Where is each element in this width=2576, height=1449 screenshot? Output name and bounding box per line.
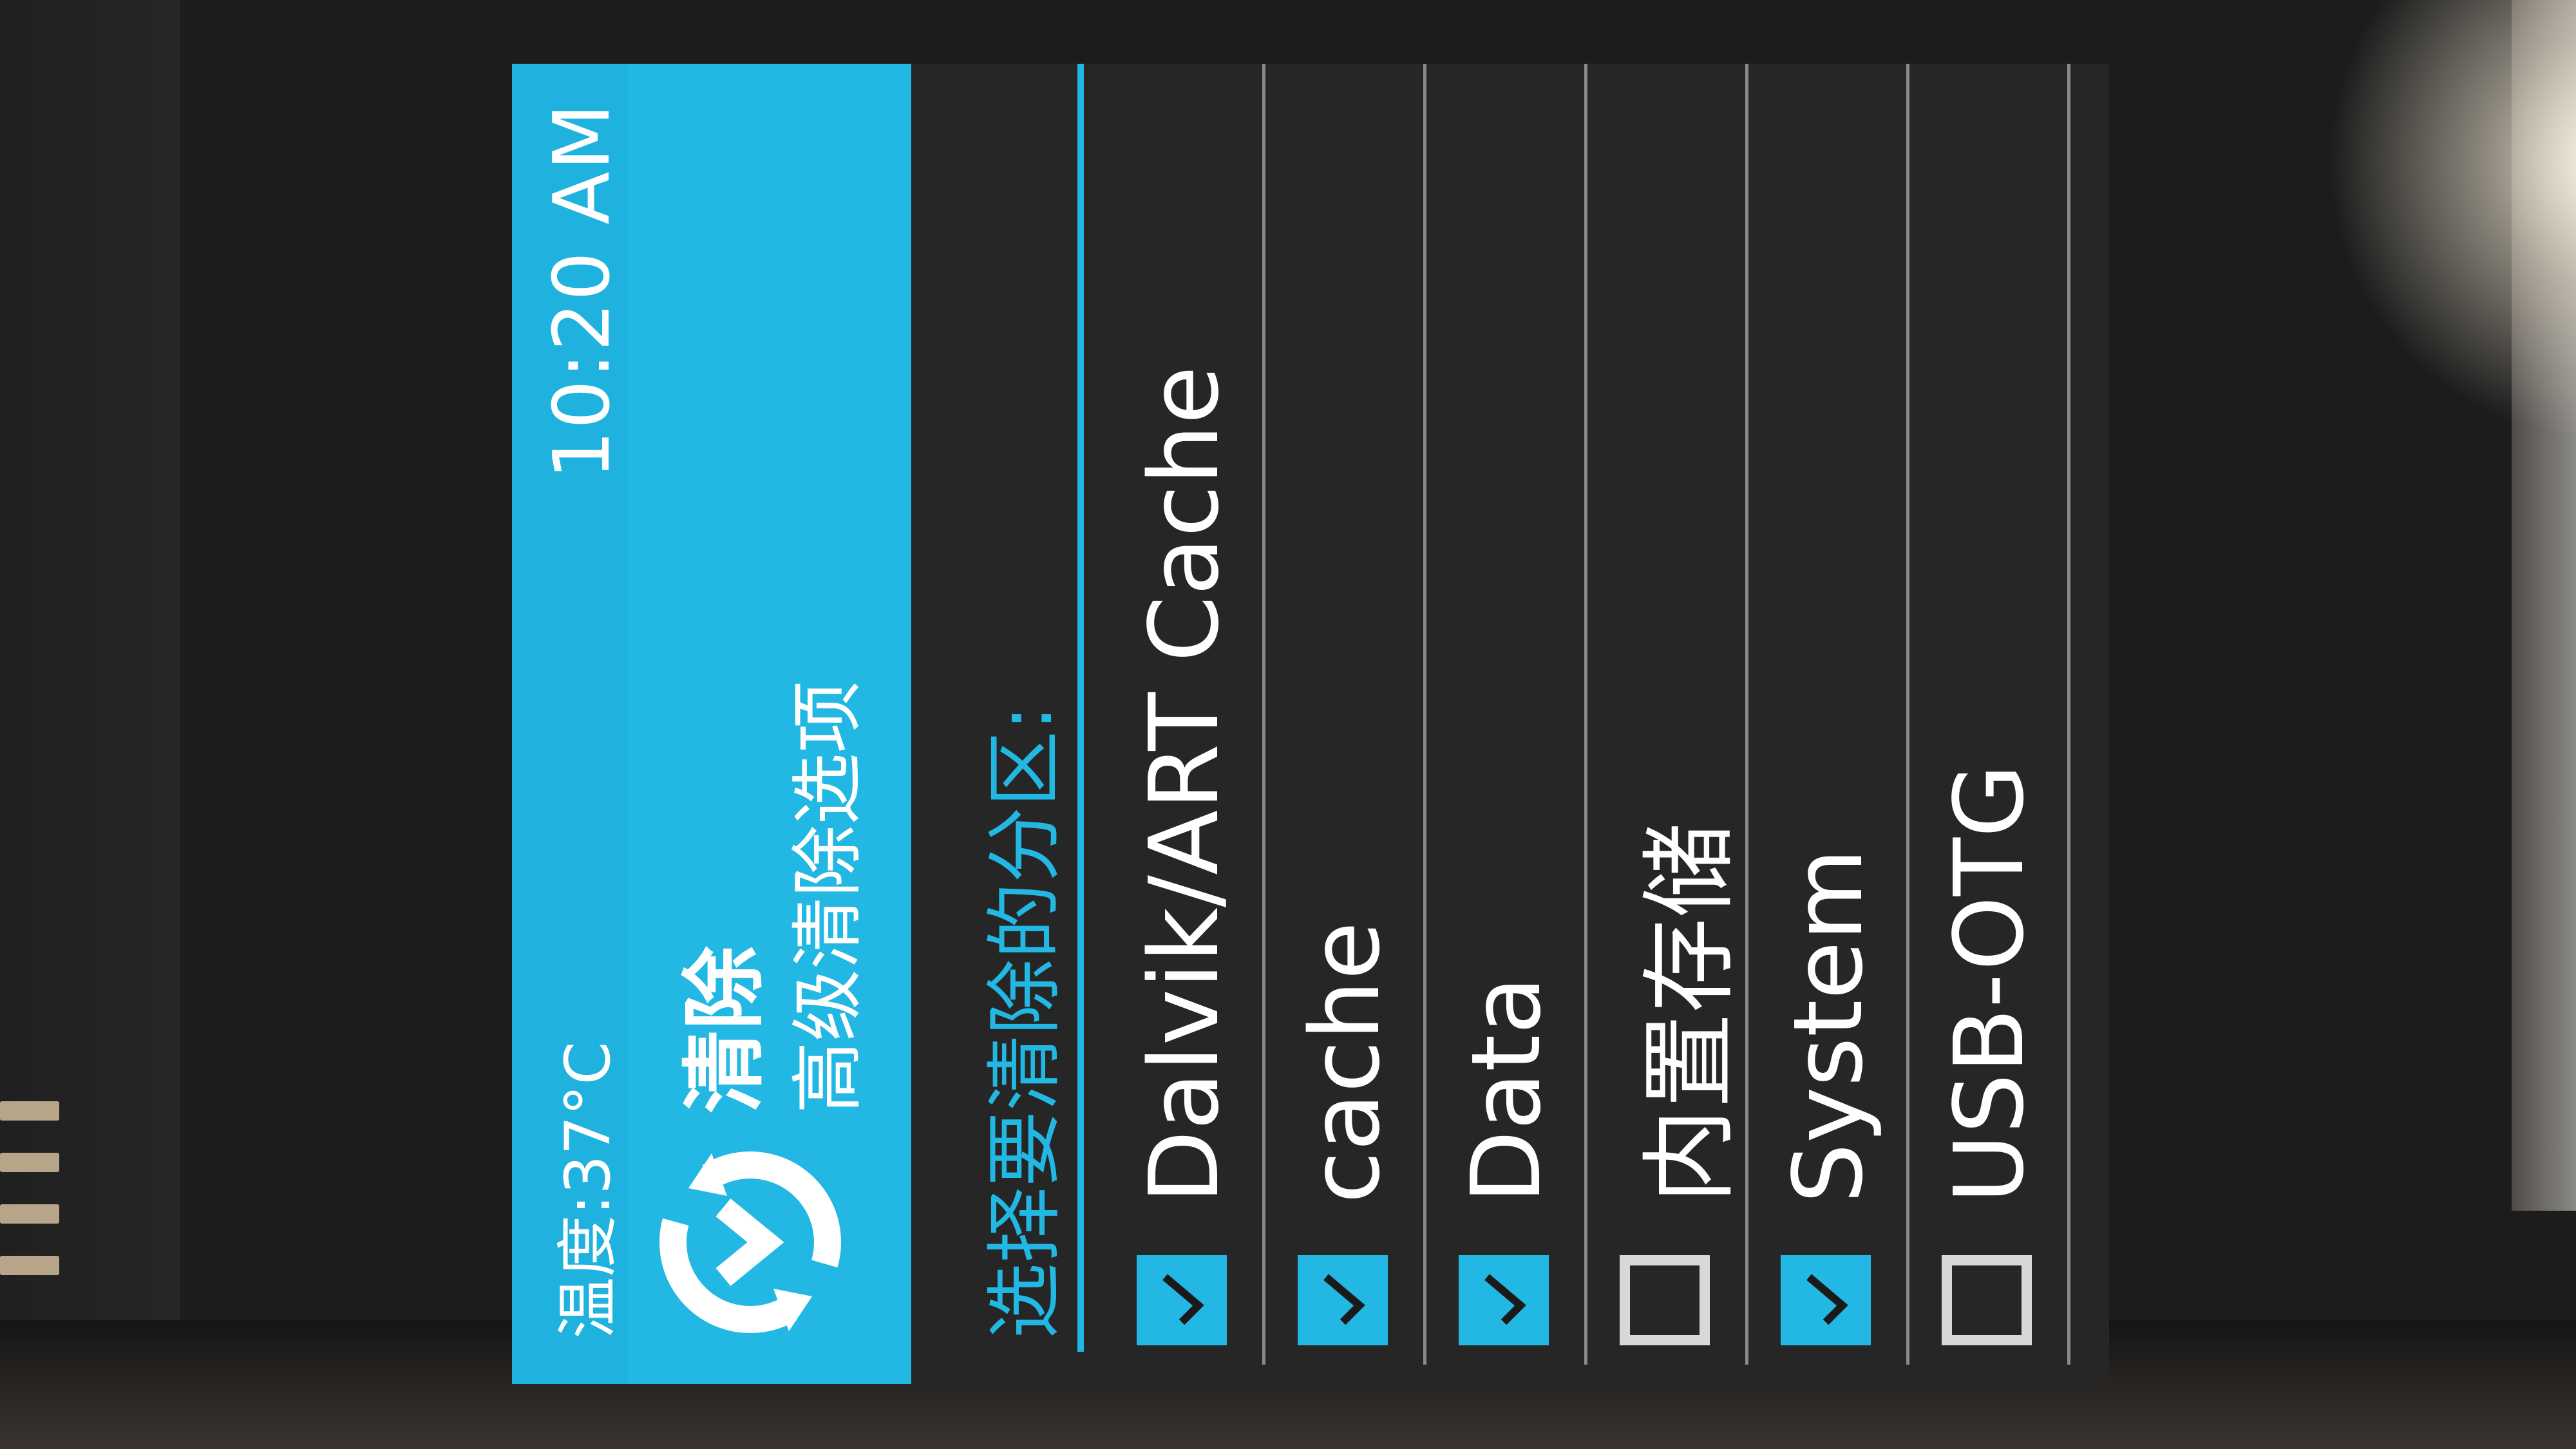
partition-list: Dalvik/ART Cache cache Data 内置存储 System	[1104, 64, 2070, 1384]
checkmark-icon	[1484, 1274, 1526, 1325]
checkbox-data[interactable]	[1459, 1255, 1549, 1345]
clock: 10:20 AM	[538, 102, 627, 480]
checkbox-system[interactable]	[1781, 1255, 1871, 1345]
partition-label: Data	[1451, 976, 1562, 1204]
recovery-screen: 温度:37°C 10:20 AM 清除 高级清除选项 选择要清除的分区: Dal…	[512, 64, 2109, 1384]
checkbox-dalvik[interactable]	[1137, 1255, 1227, 1345]
partition-row-usb-otg[interactable]: USB-OTG	[1909, 64, 2070, 1384]
partition-label: cache	[1290, 921, 1401, 1204]
page-subtitle: 高级清除选项	[786, 681, 870, 1113]
partition-row-data[interactable]: Data	[1426, 64, 1587, 1384]
page-title: 清除	[676, 945, 773, 1113]
checkmark-icon	[1806, 1274, 1848, 1325]
partition-row-cache[interactable]: cache	[1265, 64, 1426, 1384]
partition-row-system[interactable]: System	[1748, 64, 1909, 1384]
checkbox-internal-storage[interactable]	[1620, 1255, 1710, 1345]
partition-row-dalvik[interactable]: Dalvik/ART Cache	[1104, 64, 1265, 1384]
temperature-readout: 温度:37°C	[552, 1041, 624, 1339]
light-glare	[2318, 0, 2576, 451]
checkbox-cache[interactable]	[1298, 1255, 1388, 1345]
phone-speaker-grille	[0, 1101, 59, 1275]
partition-label: USB-OTG	[1934, 764, 2045, 1204]
checkbox-usb-otg[interactable]	[1942, 1255, 2032, 1345]
partition-label: Dalvik/ART Cache	[1129, 365, 1240, 1204]
row-divider	[2067, 64, 2070, 1365]
twrp-logo-icon	[659, 1151, 841, 1333]
prompt-underline	[1077, 64, 1084, 1352]
partition-label: System	[1773, 848, 1884, 1204]
checkmark-icon	[1323, 1274, 1365, 1325]
header-bar: 温度:37°C 10:20 AM 清除 高级清除选项	[512, 64, 911, 1384]
photo-frame: 温度:37°C 10:20 AM 清除 高级清除选项 选择要清除的分区: Dal…	[0, 0, 2576, 1449]
partition-label: 内置存储	[1634, 822, 1745, 1204]
partition-prompt: 选择要清除的分区:	[980, 705, 1069, 1339]
checkmark-icon	[1162, 1274, 1204, 1325]
partition-row-internal-storage[interactable]: 内置存储	[1587, 64, 1748, 1384]
